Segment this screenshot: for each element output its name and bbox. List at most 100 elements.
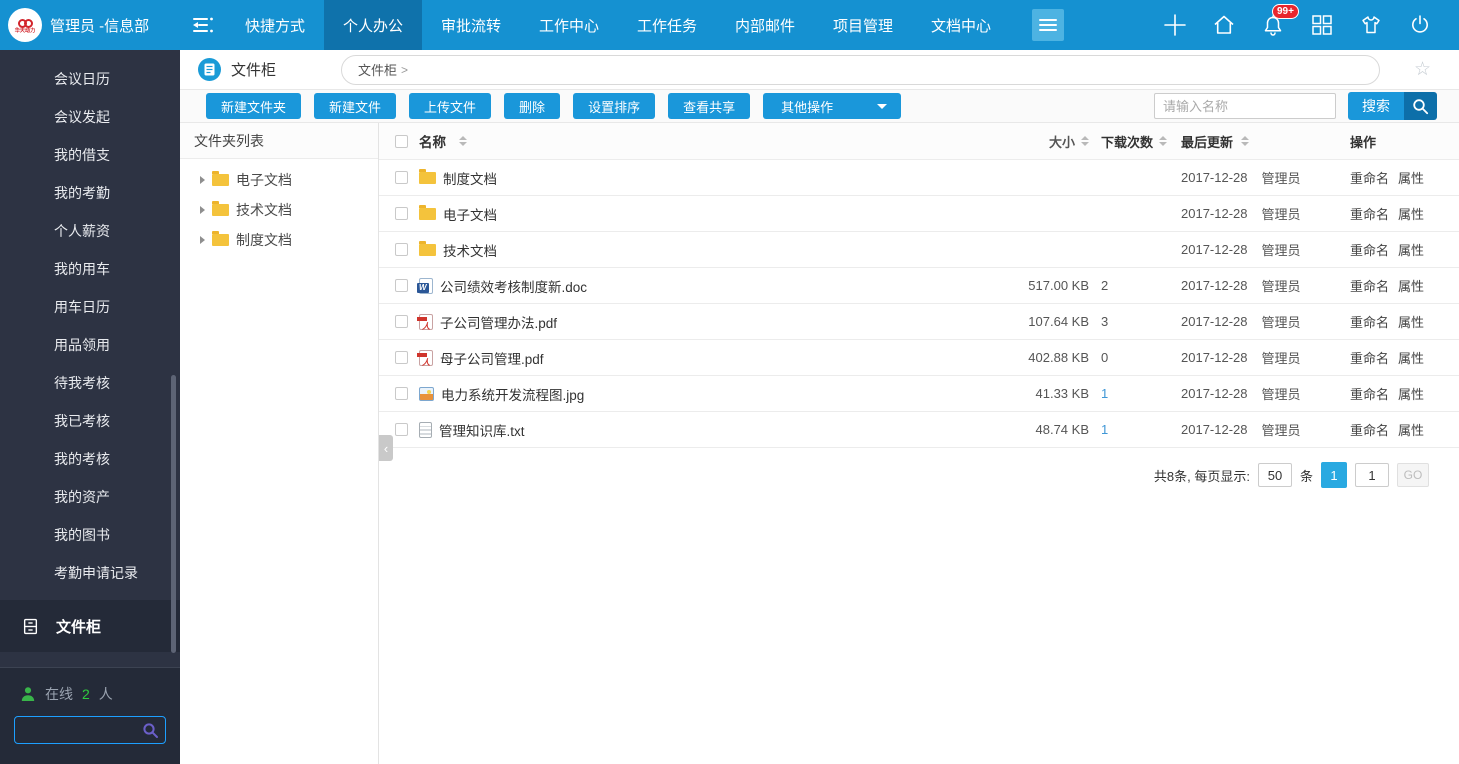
row-checkbox[interactable] (395, 279, 408, 292)
search-icon[interactable] (1404, 92, 1437, 120)
properties-link[interactable]: 属性 (1398, 204, 1424, 223)
toolbar-button[interactable]: 上传文件 (409, 93, 491, 119)
nav-tab[interactable]: 快捷方式 (226, 0, 324, 50)
properties-link[interactable]: 属性 (1398, 240, 1424, 259)
sort-icon-size[interactable] (1081, 136, 1089, 146)
sort-icon-downloads[interactable] (1159, 136, 1167, 146)
more-menu-icon[interactable] (1032, 9, 1064, 41)
toolbar-button[interactable]: 设置排序 (573, 93, 655, 119)
sidebar-menu-item[interactable]: 我的考勤 (0, 174, 180, 212)
toolbar-button[interactable]: 查看共享 (668, 93, 750, 119)
row-checkbox[interactable] (395, 351, 408, 364)
page-size-input[interactable] (1258, 463, 1292, 487)
file-name-link[interactable]: 管理知识库.txt (439, 420, 525, 440)
goto-page-input[interactable] (1355, 463, 1389, 487)
sidebar-section-filecabinet[interactable]: 文件柜 (0, 600, 180, 652)
toolbar-button[interactable]: 删除 (504, 93, 560, 119)
nav-tab[interactable]: 个人办公 (324, 0, 422, 50)
sidebar-menu-item[interactable]: 我的图书 (0, 516, 180, 554)
new-item-plus-icon[interactable] (1162, 12, 1188, 38)
sidebar-menu-item[interactable]: 待我考核 (0, 364, 180, 402)
rename-link[interactable]: 重命名 (1350, 204, 1389, 223)
properties-link[interactable]: 属性 (1398, 276, 1424, 295)
sidebar-menu-item[interactable]: 我的考核 (0, 440, 180, 478)
theme-shirt-icon[interactable] (1358, 12, 1384, 38)
search-input[interactable] (1154, 93, 1336, 119)
rename-link[interactable]: 重命名 (1350, 276, 1389, 295)
sidebar-menu-item[interactable]: 我的用车 (0, 250, 180, 288)
file-name-link[interactable]: 电力系统开发流程图.jpg (441, 384, 584, 404)
file-type-icon (419, 278, 433, 294)
apps-grid-icon[interactable] (1309, 12, 1335, 38)
rename-link[interactable]: 重命名 (1350, 168, 1389, 187)
sidebar-menu-item[interactable]: 个人薪资 (0, 212, 180, 250)
sidebar-menu-item[interactable]: 会议发起 (0, 98, 180, 136)
row-checkbox[interactable] (395, 171, 408, 184)
toolbar-button[interactable]: 新建文件 (314, 93, 396, 119)
search-button[interactable]: 搜索 (1348, 92, 1404, 120)
toolbar-button[interactable]: 新建文件夹 (206, 93, 301, 119)
tree-collapse-handle[interactable]: ‹ (379, 435, 393, 461)
row-actions: 重命名 属性 (1344, 204, 1459, 223)
last-updated-date: 2017-12-28 (1181, 422, 1248, 437)
row-checkbox[interactable] (395, 315, 408, 328)
rename-link[interactable]: 重命名 (1350, 420, 1389, 439)
last-updated-cell: 2017-12-28 管理员 (1169, 168, 1344, 187)
notifications-bell-icon[interactable]: 99+ (1260, 12, 1286, 38)
go-button[interactable]: GO (1397, 463, 1429, 487)
row-checkbox[interactable] (395, 243, 408, 256)
current-page-button[interactable]: 1 (1321, 462, 1347, 488)
sidebar-scrollbar[interactable] (171, 375, 176, 653)
sidebar-menu-item[interactable]: 会议日历 (0, 60, 180, 98)
row-checkbox[interactable] (395, 387, 408, 400)
nav-tab[interactable]: 工作任务 (618, 0, 716, 50)
nav-tab[interactable]: 项目管理 (814, 0, 912, 50)
sort-icon-name[interactable] (459, 136, 467, 146)
tree-folder-item[interactable]: 技术文档 (180, 195, 378, 225)
file-name-link[interactable]: 母子公司管理.pdf (440, 348, 544, 368)
breadcrumb[interactable]: 文件柜 > (341, 55, 1380, 85)
properties-link[interactable]: 属性 (1398, 168, 1424, 187)
breadcrumb-item[interactable]: 文件柜 (358, 60, 397, 79)
expand-arrow-icon[interactable] (200, 176, 205, 184)
sort-icon-updated[interactable] (1241, 136, 1249, 146)
tree-folder-item[interactable]: 制度文档 (180, 225, 378, 255)
file-name-link[interactable]: 公司绩效考核制度新.doc (440, 276, 587, 296)
home-icon[interactable] (1211, 12, 1237, 38)
expand-arrow-icon[interactable] (200, 236, 205, 244)
nav-tab[interactable]: 工作中心 (520, 0, 618, 50)
table-header: 名称 大小 下载次数 最后更新 操作 (379, 123, 1459, 160)
row-checkbox[interactable] (395, 207, 408, 220)
properties-link[interactable]: 属性 (1398, 312, 1424, 331)
sidebar-menu-item[interactable]: 用车日历 (0, 288, 180, 326)
sidebar-menu-item[interactable]: 我已考核 (0, 402, 180, 440)
sidebar-menu-item[interactable]: 我的借支 (0, 136, 180, 174)
properties-link[interactable]: 属性 (1398, 348, 1424, 367)
rename-link[interactable]: 重命名 (1350, 312, 1389, 331)
sidebar-search-icon[interactable] (142, 722, 159, 739)
nav-tab[interactable]: 文档中心 (912, 0, 1010, 50)
expand-arrow-icon[interactable] (200, 206, 205, 214)
rename-link[interactable]: 重命名 (1350, 348, 1389, 367)
tree-folder-item[interactable]: 电子文档 (180, 165, 378, 195)
file-name-link[interactable]: 电子文档 (443, 204, 497, 224)
rename-link[interactable]: 重命名 (1350, 240, 1389, 259)
sidebar-menu-item[interactable]: 我的资产 (0, 478, 180, 516)
nav-tab[interactable]: 审批流转 (422, 0, 520, 50)
favorite-star-icon[interactable]: ☆ (1414, 60, 1431, 79)
nav-tab[interactable]: 内部邮件 (716, 0, 814, 50)
file-name-link[interactable]: 技术文档 (443, 240, 497, 260)
more-actions-dropdown[interactable]: 其他操作 (763, 93, 901, 119)
row-checkbox[interactable] (395, 423, 408, 436)
sidebar-menu-item[interactable]: 用品领用 (0, 326, 180, 364)
properties-link[interactable]: 属性 (1398, 384, 1424, 403)
rename-link[interactable]: 重命名 (1350, 384, 1389, 403)
file-name-link[interactable]: 子公司管理办法.pdf (440, 312, 557, 332)
file-name-link[interactable]: 制度文档 (443, 168, 497, 188)
last-updated-cell: 2017-12-28 管理员 (1169, 204, 1344, 223)
properties-link[interactable]: 属性 (1398, 420, 1424, 439)
nav-collapse-icon[interactable] (180, 0, 226, 50)
select-all-checkbox[interactable] (395, 135, 408, 148)
logout-power-icon[interactable] (1407, 12, 1433, 38)
sidebar-menu-item[interactable]: 考勤申请记录 (0, 554, 180, 592)
